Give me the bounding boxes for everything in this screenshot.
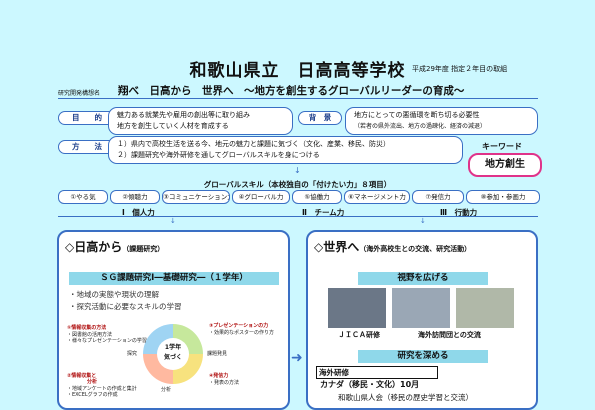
cycle-label: 課題発見 — [207, 351, 228, 357]
visit-photo — [392, 288, 450, 328]
method-line: ２）課題研究や海外研修を通してグローバルスキルを身につける — [117, 151, 320, 159]
background-line: 地方にとっての悪循環を断ち切る必要性 — [354, 111, 480, 119]
left-ribbon: ＳＧ課題研究Ⅰ―基礎研究―（１学年） — [69, 272, 279, 285]
cycle-note: ・効果的なポスターの作り方 — [209, 330, 275, 336]
skill-item: ①やる気 — [58, 190, 108, 204]
purpose-line: 地方を創生していく人材を育成する — [117, 122, 229, 130]
cycle-item: 分析 — [87, 379, 98, 385]
right-arrow-icon: ➜ — [291, 350, 303, 366]
cycle-item: ③プレゼンテーションの力 — [209, 323, 269, 329]
exchange-photo — [456, 288, 514, 328]
right-ribbon-broaden: 視野を広げる — [358, 272, 488, 285]
purpose-line: 魅力ある就業先や雇用の創出等に取り組み — [117, 111, 250, 119]
photo-caption: ＪＩＣＡ研修 — [338, 331, 380, 339]
concept-label: 研究開発構想名 — [58, 90, 101, 97]
cycle-item: ①情報収集の方法 — [67, 325, 107, 331]
keyword-badge: 地方創生 — [468, 153, 542, 177]
keyword-label: キーワード — [482, 142, 522, 151]
left-panel: ◇日高から（課題研究） ＳＧ課題研究Ⅰ―基礎研究―（１学年） ・地域の実態や現状… — [57, 230, 290, 410]
down-arrow-icon: ↓ — [170, 217, 176, 225]
method-line: １）県内で高校生活を送る今、地元の魅力と課題に気づく（文化、産業、移民、防災） — [117, 140, 390, 148]
right-panel-heading: ◇世界へ（海外高校生との交流、研究活動） — [314, 240, 472, 254]
background-tag: 背 景 — [298, 111, 342, 125]
skill-item: ④グローバル力 — [232, 190, 290, 204]
year-note: 平成29年度 指定２年目の取組 — [412, 65, 508, 73]
cycle-item: ④発信力 — [209, 373, 229, 379]
skill-item: ③コミュニケーション力 — [162, 190, 230, 204]
right-ribbon-deepen: 研究を深める — [358, 350, 488, 363]
down-arrow-icon: ↓ — [294, 166, 301, 175]
cycle-center: 1学年 気づく — [157, 338, 189, 370]
jica-photo — [328, 288, 386, 328]
background-panel: 地方にとっての悪循環を断ち切る必要性 （若者の県外流出、地方の過疎化、経済の減退… — [345, 107, 538, 135]
header-divider — [58, 98, 538, 99]
overseas-title: 海外研修 — [316, 366, 438, 379]
photo-caption: 海外訪問団との交流 — [418, 331, 481, 339]
left-bullet: ・探究活動に必要なスキルの学習 — [69, 302, 182, 311]
overseas-line: カナダ（移民・文化）10月 — [320, 380, 420, 389]
down-arrow-icon: ↓ — [420, 217, 426, 225]
overseas-line: 和歌山県人会（移民の歴史学習と交流） — [338, 393, 473, 402]
skill-item: ⑦発信力 — [412, 190, 464, 204]
purpose-panel: 魅力ある就業先や雇用の創出等に取り組み 地方を創生していく人材を育成する — [108, 107, 293, 135]
left-panel-heading: ◇日高から（課題研究） — [65, 240, 165, 254]
left-bullet: ・地域の実態や現状の理解 — [69, 290, 159, 299]
cycle-note: ・発表の方法 — [209, 380, 240, 386]
cycle-note: ・EXCELグラフの作成 — [67, 392, 118, 398]
skill-item: ②傾聴力 — [110, 190, 160, 204]
skill-item: ⑧参加・参画力 — [466, 190, 540, 204]
skills-title: グローバルスキル（本校独自の「付けたい力」８項目） — [203, 180, 392, 189]
background-line: （若者の県外流出、地方の過疎化、経済の減退） — [354, 123, 487, 130]
skills-divider — [58, 216, 538, 217]
right-panel: ◇世界へ（海外高校生との交流、研究活動） 視野を広げる ＪＩＣＡ研修 海外訪問団… — [306, 230, 538, 410]
concept-title: 翔べ 日高から 世界へ 〜地方を創生するグローバルリーダーの育成〜 — [118, 85, 465, 97]
cycle-label: 分析 — [161, 387, 172, 393]
cycle-label: 探究 — [127, 351, 138, 357]
skill-item: ⑤協働力 — [292, 190, 342, 204]
method-panel: １）県内で高校生活を送る今、地元の魅力と課題に気づく（文化、産業、移民、防災） … — [108, 136, 463, 164]
skill-item: ⑥マネージメント力 — [344, 190, 410, 204]
cycle-note: ・様々なプレゼンテーションの学習 — [67, 338, 147, 344]
